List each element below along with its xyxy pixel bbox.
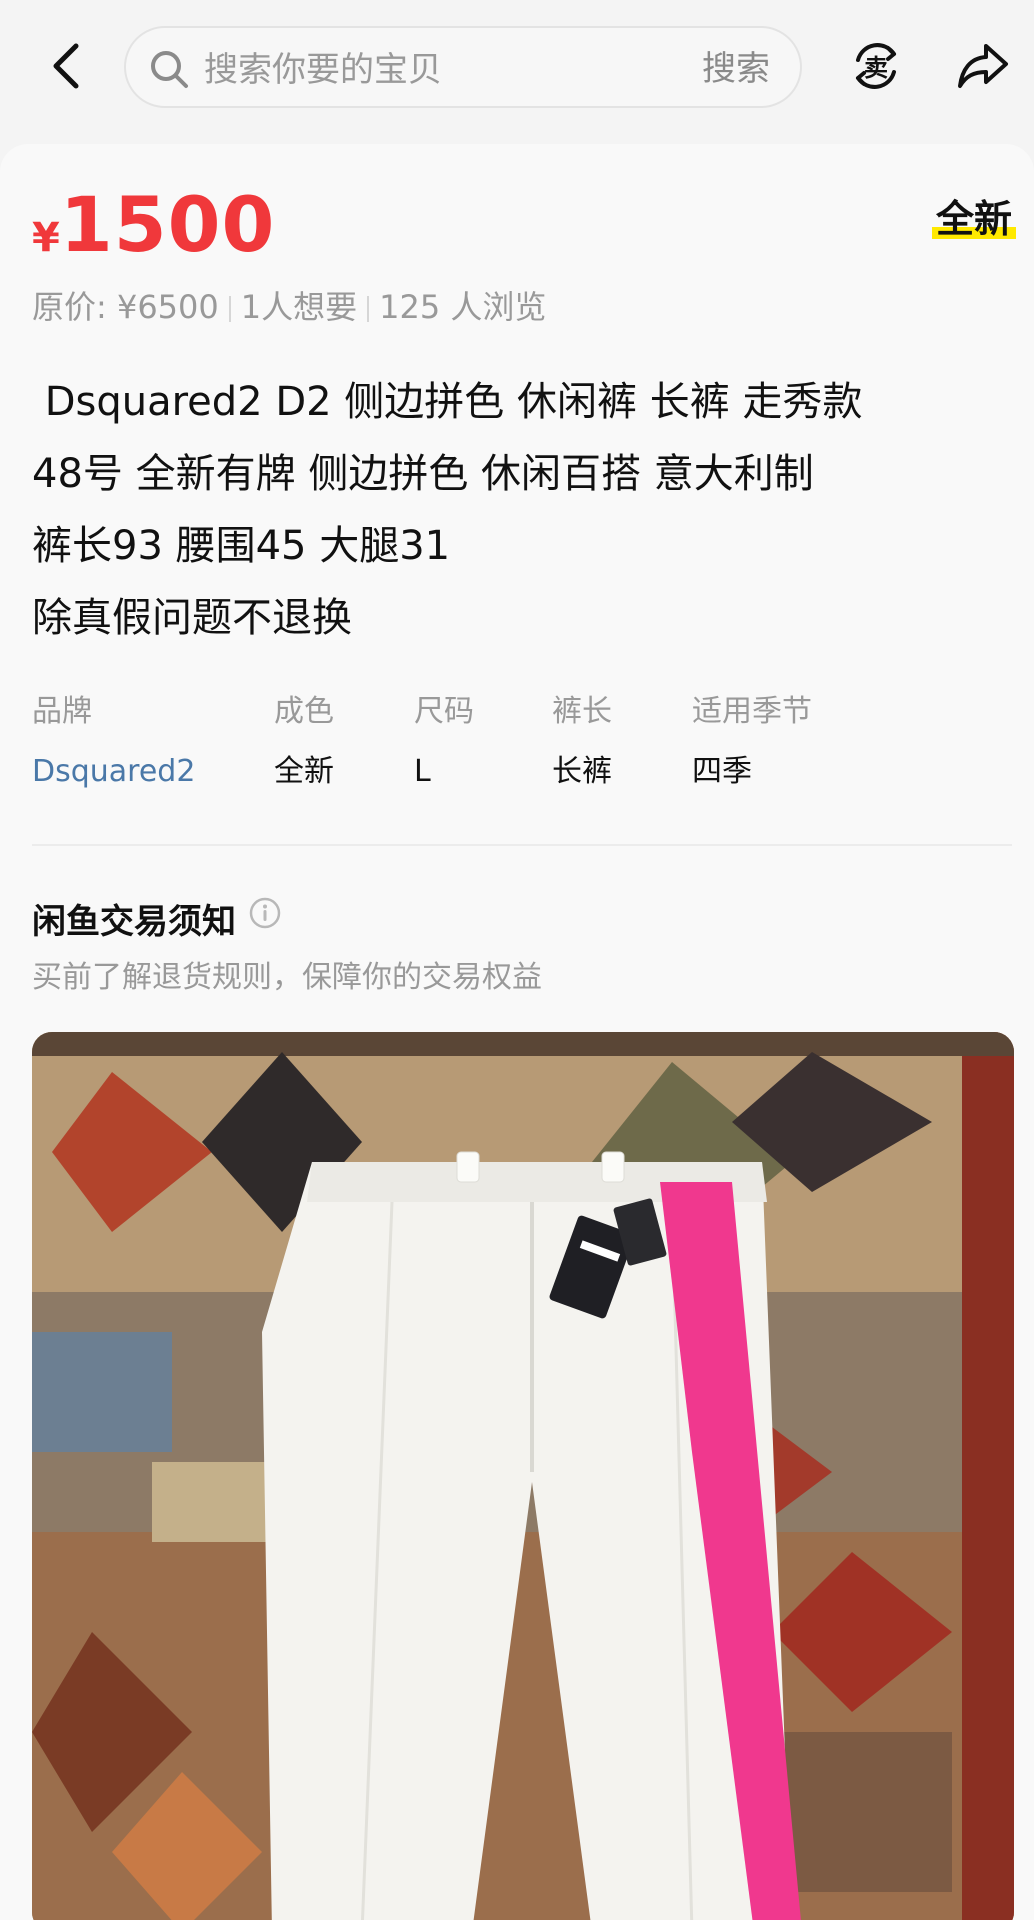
sell-icon: 卖	[856, 43, 896, 89]
spec-brand[interactable]: 品牌 Dsquared2	[32, 692, 195, 792]
spec-value: 四季	[692, 754, 752, 789]
spec-key: 适用季节	[692, 694, 812, 729]
spec-value: 长裤	[552, 754, 612, 789]
sell-button[interactable]: 卖	[848, 38, 904, 94]
description-line: Dsquared2 D2 侧边拼色 休闲裤 长裤 走秀款	[32, 379, 863, 425]
price-currency: ¥	[32, 215, 60, 261]
back-button[interactable]	[44, 38, 88, 94]
meta-divider	[367, 296, 370, 322]
brand-link[interactable]: Dsquared2	[32, 752, 195, 792]
condition-badge-text: 全新	[935, 197, 1012, 241]
price-value: 1500	[59, 180, 276, 269]
section-divider	[32, 844, 1012, 846]
price-meta: 原价: ¥6500 1人想要 125 人浏览	[32, 282, 546, 328]
product-photo[interactable]	[32, 1032, 1014, 1920]
price: ¥1500	[32, 180, 275, 269]
spec-length: 裤长 长裤	[552, 692, 612, 792]
condition-badge: 全新	[931, 188, 1016, 243]
product-image	[32, 1032, 1014, 1920]
spec-size: 尺码 L	[414, 692, 474, 792]
trade-notice-subtitle: 买前了解退货规则，保障你的交易权益	[32, 960, 542, 995]
top-bar: 搜索 卖	[0, 0, 1034, 140]
product-description: Dsquared2 D2 侧边拼色 休闲裤 长裤 走秀款 48号 全新有牌 侧边…	[32, 366, 982, 654]
spec-key: 成色	[274, 694, 334, 729]
original-price: 原价: ¥6500	[32, 288, 219, 326]
meta-divider	[228, 296, 231, 322]
search-button[interactable]: 搜索	[702, 46, 770, 92]
spec-season: 适用季节 四季	[692, 692, 812, 792]
spec-key: 品牌	[32, 694, 92, 729]
search-bar[interactable]: 搜索	[124, 26, 802, 108]
trade-notice-title[interactable]: 闲鱼交易须知	[32, 894, 236, 943]
spec-key: 尺码	[414, 694, 474, 729]
spec-value: L	[414, 754, 431, 789]
description-line: 48号 全新有牌 侧边拼色 休闲百搭 意大利制	[32, 451, 814, 497]
info-icon[interactable]	[248, 896, 282, 930]
spec-table: 品牌 Dsquared2 成色 全新 尺码 L 裤长 长裤 适用季节 四季	[32, 692, 992, 802]
description-line: 裤长93 腰围45 大腿31	[32, 523, 451, 569]
sell-label: 卖	[864, 54, 888, 82]
search-icon	[151, 51, 188, 88]
spec-condition: 成色 全新	[274, 692, 334, 792]
search-input[interactable]	[204, 48, 624, 92]
product-card: ¥1500 全新 原价: ¥6500 1人想要 125 人浏览 Dsquared2 …	[0, 144, 1034, 1920]
spec-value: 全新	[274, 754, 334, 789]
share-icon	[958, 44, 1008, 88]
description-line: 除真假问题不退换	[32, 595, 352, 641]
wants-count: 1人想要	[240, 288, 358, 326]
spec-key: 裤长	[552, 694, 612, 729]
views-count: 125 人浏览	[379, 288, 547, 326]
chevron-left-icon	[53, 43, 79, 89]
share-button[interactable]	[954, 38, 1010, 94]
